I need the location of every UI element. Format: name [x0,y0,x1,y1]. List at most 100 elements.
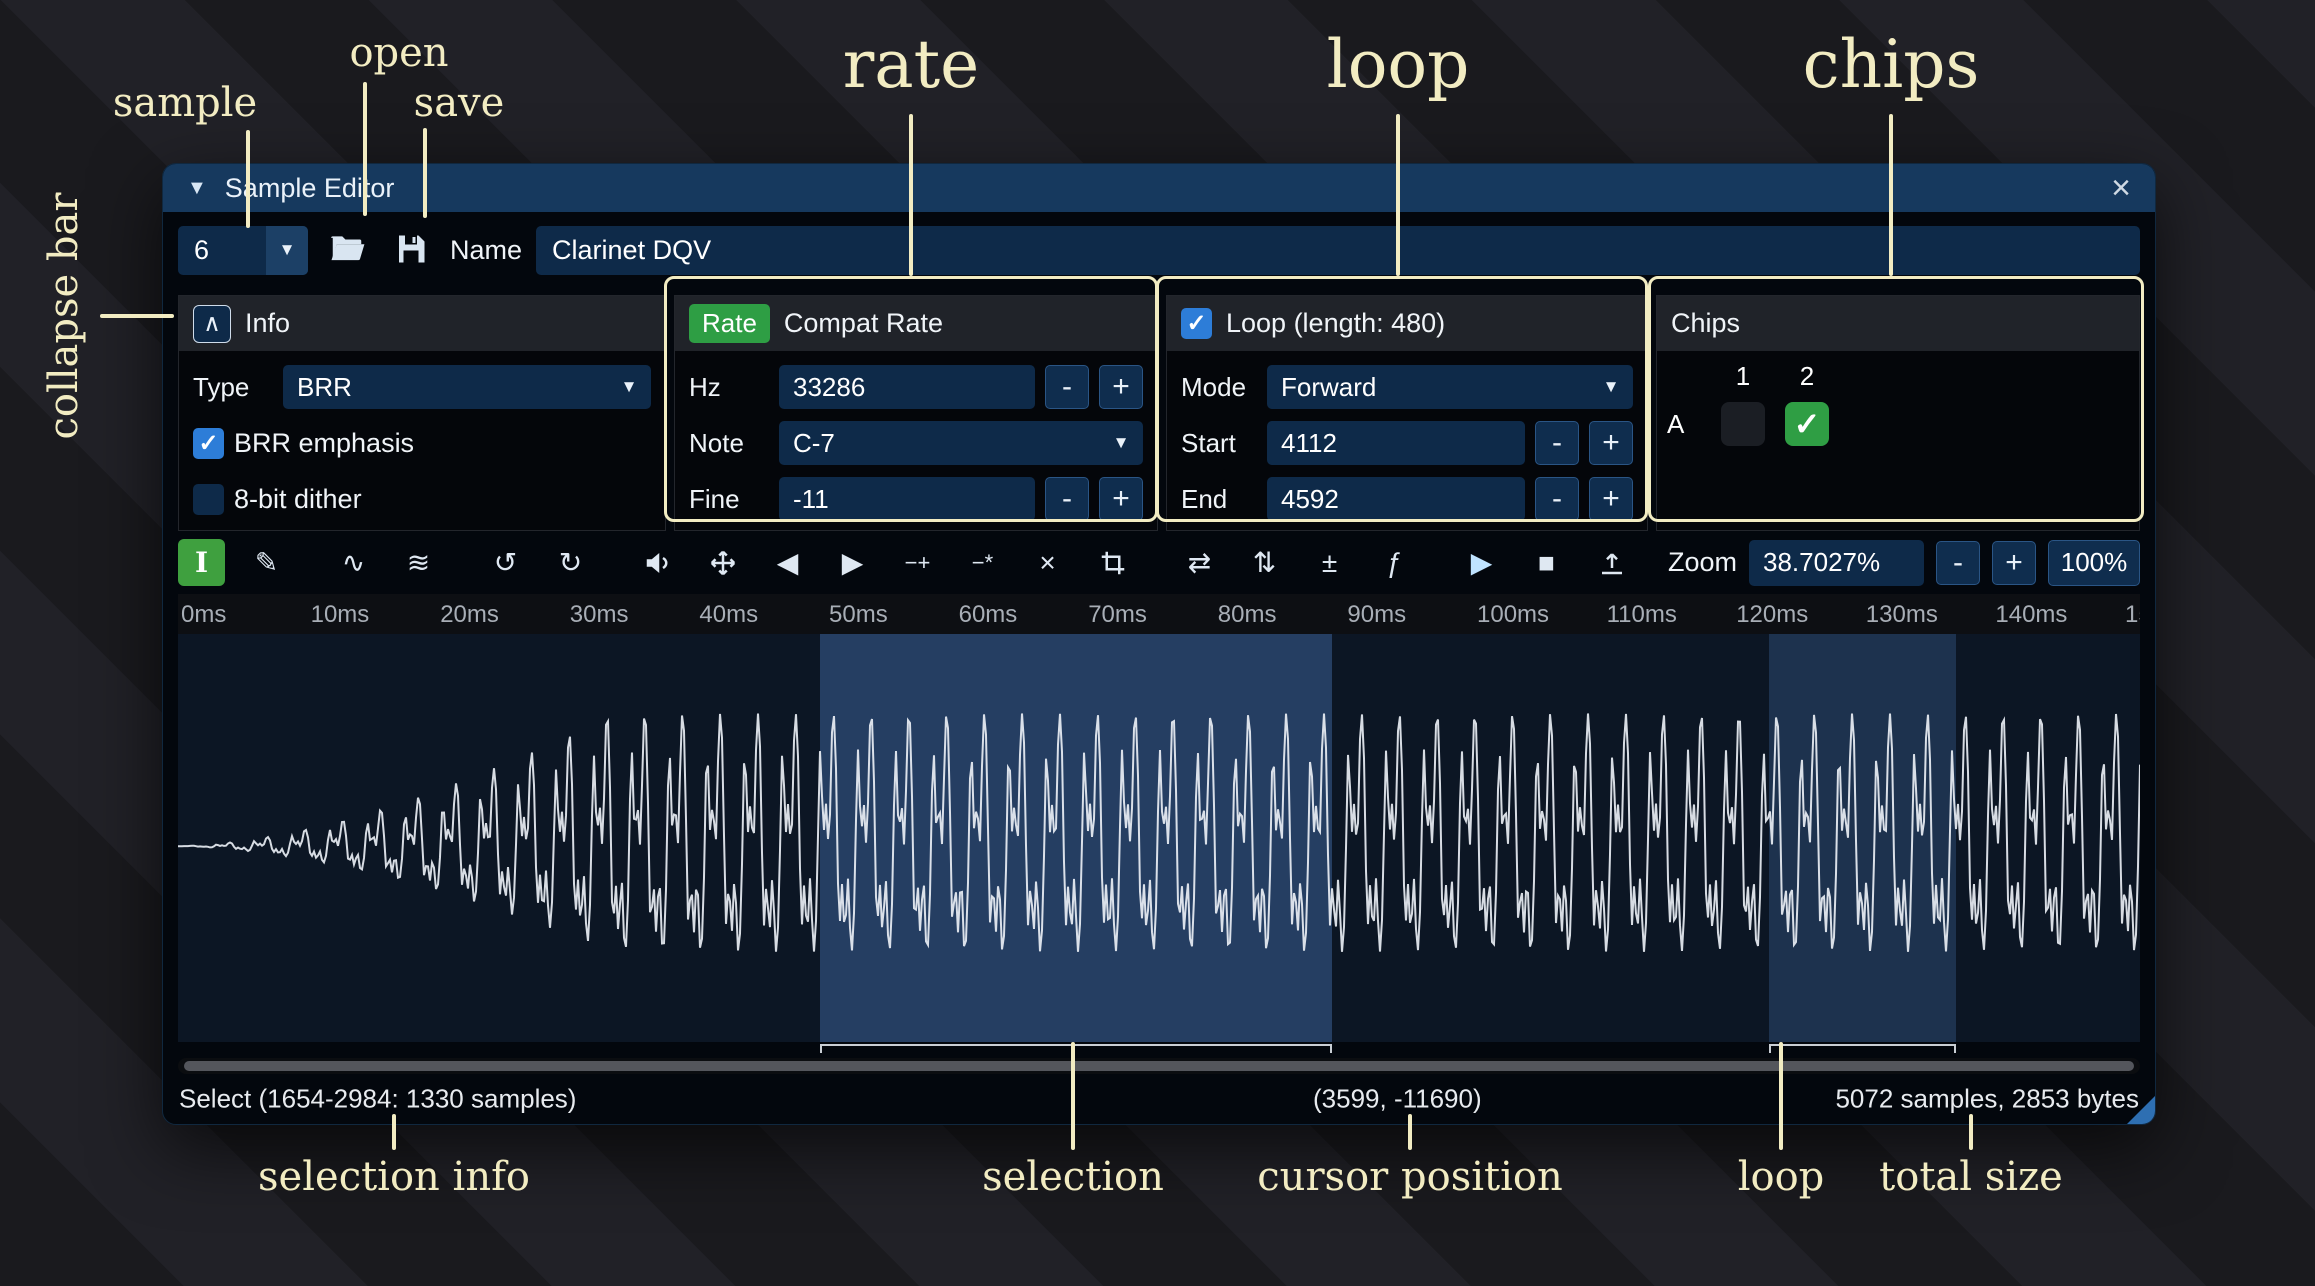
zoom-out-button[interactable]: - [1936,541,1980,585]
apply-silence-icon: −* [972,550,993,576]
resample-icon: ∿ [342,546,365,579]
apply-silence-button[interactable]: −* [959,539,1006,586]
loop-enable-checkbox[interactable] [1181,308,1212,339]
annotation-selection-info: selection info [258,1154,530,1200]
edit-select-button[interactable]: I [178,539,225,586]
fade-in-button[interactable]: ◀ [764,539,811,586]
chip-column-2: 2 [1800,361,1814,392]
create-instrument-button[interactable] [1588,539,1635,586]
sample-header-row: 6 ▼ Name Clarinet DQV [163,212,2155,285]
total-size-text: 5072 samples, 2853 bytes [1835,1084,2139,1115]
loop-start-plus-button[interactable]: + [1589,421,1633,465]
loop-start-input[interactable]: 4112 [1267,421,1525,465]
brr-emphasis-label: BRR emphasis [234,428,414,459]
loop-start-label: Start [1181,428,1257,459]
fine-input[interactable]: -11 [779,477,1035,521]
insert-silence-button[interactable]: −+ [894,539,941,586]
crossfade-button[interactable]: ≋ [395,539,442,586]
hz-input[interactable]: 33286 [779,365,1035,409]
undo-icon: ↺ [494,546,517,579]
open-sample-button[interactable] [322,225,372,275]
loop-mode-dropdown[interactable]: Forward ▼ [1267,365,1633,409]
selection-range-bracket [820,1044,1332,1053]
annotation-save: save [414,80,505,126]
save-sample-button[interactable] [386,225,436,275]
filter-button[interactable]: ƒ [1371,539,1418,586]
hz-label: Hz [689,372,769,403]
timeline-label: 0ms [181,601,226,629]
brr-emphasis-checkbox[interactable] [193,428,224,459]
timeline-label: 30ms [570,601,629,629]
hz-minus-button[interactable]: - [1045,365,1089,409]
annotation-loop-bottom: loop [1738,1154,1825,1200]
create-instrument-icon [1597,548,1627,578]
sign-flip-icon: ± [1322,547,1337,579]
fine-minus-button[interactable]: - [1045,477,1089,521]
dither-checkbox[interactable] [193,484,224,515]
insert-silence-icon: −+ [905,550,931,576]
loop-end-input[interactable]: 4592 [1267,477,1525,521]
waveform-scrollbar[interactable] [178,1058,2140,1074]
window-collapse-icon[interactable]: ▼ [187,177,207,200]
close-icon[interactable]: × [2111,171,2131,205]
trim-button[interactable] [1089,539,1136,586]
resample-button[interactable]: ∿ [330,539,377,586]
fade-out-button[interactable]: ▶ [829,539,876,586]
chip-column-1: 1 [1736,361,1750,392]
loop-end-plus-button[interactable]: + [1589,477,1633,521]
timeline-label: 130ms [1866,601,1938,629]
zoom-controls: Zoom 38.7027% - + 100% [1668,540,2140,586]
zoom-input[interactable]: 38.7027% [1749,540,1924,586]
sample-index-select[interactable]: 6 ▼ [178,226,308,275]
redo-button[interactable]: ↻ [547,539,594,586]
chips-header: Chips [1671,308,1740,339]
amplify-button[interactable] [634,539,681,586]
loop-start-minus-button[interactable]: - [1535,421,1579,465]
chips-panel: Chips 1 2 A [1656,295,2140,531]
annotation-loop: loop [1327,26,1470,103]
undo-button[interactable]: ↺ [482,539,529,586]
loop-panel: Loop (length: 480) Mode Forward ▼ Start … [1166,295,1648,531]
type-value: BRR [283,372,607,403]
reverse-button[interactable]: ⇄ [1176,539,1223,586]
chip-1-checkbox[interactable] [1721,402,1765,446]
timeline-label: 140ms [1995,601,2067,629]
timeline-label: 80ms [1218,601,1277,629]
loop-mode-label: Mode [1181,372,1257,403]
sample-name-input[interactable]: Clarinet DQV [536,226,2140,275]
invert-button[interactable]: ⇅ [1241,539,1288,586]
hz-plus-button[interactable]: + [1099,365,1143,409]
chevron-down-icon: ▼ [1589,365,1633,409]
zoom-reset-button[interactable]: 100% [2048,540,2140,586]
loop-end-minus-button[interactable]: - [1535,477,1579,521]
collapse-bar-button[interactable]: ∧ [193,305,231,343]
stop-button[interactable]: ■ [1523,539,1570,586]
scrollbar-handle[interactable] [184,1061,2134,1071]
selection-info-text: Select (1654-2984: 1330 samples) [179,1084,576,1115]
type-dropdown[interactable]: BRR ▼ [283,365,651,409]
floppy-save-icon [393,231,429,270]
fine-plus-button[interactable]: + [1099,477,1143,521]
edit-draw-icon: ✎ [255,546,278,579]
annotation-selection: selection [982,1154,1164,1200]
delete-icon: × [1039,547,1055,579]
resize-grip[interactable] [2127,1096,2155,1124]
chip-2-checkbox[interactable] [1785,402,1829,446]
waveform-view[interactable] [178,634,2140,1042]
title-bar[interactable]: ▼ Sample Editor × [163,164,2155,212]
delete-button[interactable]: × [1024,539,1071,586]
time-ruler[interactable]: 0ms10ms20ms30ms40ms50ms60ms70ms80ms90ms1… [178,594,2140,634]
note-value: C-7 [779,428,1099,459]
edit-draw-button[interactable]: ✎ [243,539,290,586]
timeline-label: 120ms [1736,601,1808,629]
note-dropdown[interactable]: C-7 ▼ [779,421,1143,465]
chevron-down-icon[interactable]: ▼ [266,226,308,275]
info-panel: ∧ Info Type BRR ▼ BRR emphasis 8-bi [178,295,666,531]
normalize-button[interactable] [699,539,746,586]
trim-icon [1098,548,1128,578]
chevron-down-icon: ▼ [607,365,651,409]
zoom-in-button[interactable]: + [1992,541,2036,585]
sign-flip-button[interactable]: ± [1306,539,1353,586]
chevron-down-icon: ▼ [1099,421,1143,465]
play-button[interactable]: ▶ [1458,539,1505,586]
